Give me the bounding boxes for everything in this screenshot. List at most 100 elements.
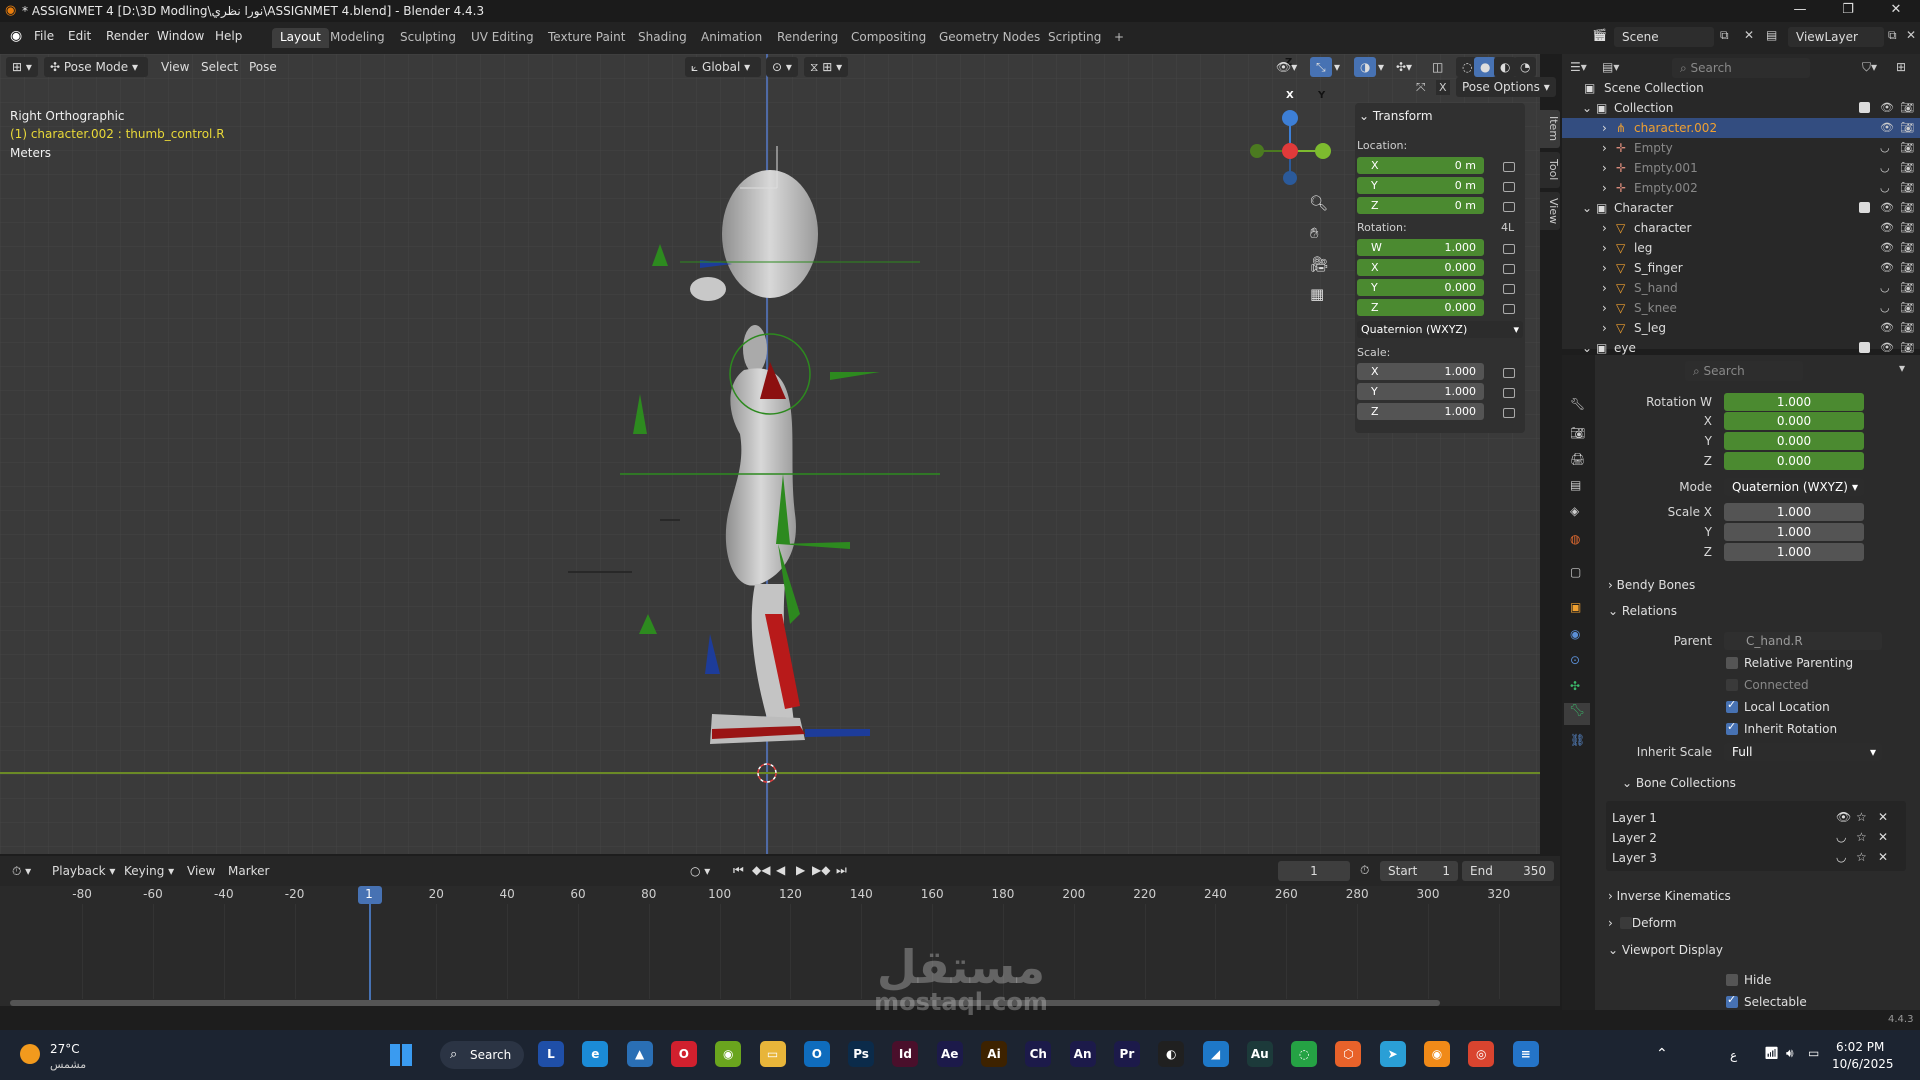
- lock-icon[interactable]: [1503, 162, 1515, 172]
- render-camera-icon[interactable]: 📷︎: [1900, 261, 1914, 274]
- collapse-arrow-icon[interactable]: ›: [1602, 121, 1607, 135]
- render-camera-icon[interactable]: 📷︎: [1900, 221, 1914, 234]
- exclude-checkbox[interactable]: [1859, 202, 1870, 213]
- clock-time[interactable]: 6:02 PM: [1836, 1040, 1884, 1054]
- character-animator-icon[interactable]: Ch: [1025, 1041, 1052, 1067]
- app-l-icon[interactable]: L: [538, 1041, 564, 1067]
- eye-icon[interactable]: 👁︎: [1880, 201, 1894, 214]
- menu-window[interactable]: Window: [157, 29, 204, 43]
- lock-icon[interactable]: [1503, 182, 1515, 192]
- file-explorer-icon[interactable]: ▭: [759, 1041, 786, 1067]
- play-reverse-icon[interactable]: ◀: [776, 863, 785, 877]
- tab-modeling[interactable]: Modeling: [322, 28, 393, 48]
- outliner-row[interactable]: › ▽ leg 👁︎ 📷︎: [1562, 238, 1920, 258]
- expand-arrow-icon[interactable]: ⌄: [1582, 201, 1592, 215]
- jump-end-icon[interactable]: ⏭: [836, 863, 847, 878]
- render-camera-icon[interactable]: 📷︎: [1900, 201, 1914, 214]
- overlay-toggle[interactable]: ◑: [1354, 57, 1377, 77]
- exclude-checkbox[interactable]: [1859, 342, 1870, 353]
- scene-selector[interactable]: Scene: [1614, 27, 1714, 47]
- shading-rendered[interactable]: ◔: [1514, 57, 1537, 77]
- remove-icon[interactable]: ✕: [1878, 810, 1888, 824]
- eye-closed-icon[interactable]: ◡: [1880, 181, 1890, 194]
- transform-header[interactable]: ⌄ Transform: [1359, 109, 1433, 123]
- outliner-row[interactable]: › ▽ S_knee ◡ 📷︎: [1562, 298, 1920, 318]
- menu-file[interactable]: File: [34, 29, 54, 43]
- layer-3-item[interactable]: Layer 3: [1612, 851, 1657, 865]
- tab-layout[interactable]: Layout: [272, 28, 329, 48]
- close-button[interactable]: ✕: [1876, 2, 1916, 20]
- collapse-arrow-icon[interactable]: ›: [1602, 321, 1607, 335]
- lock-icon[interactable]: [1503, 408, 1515, 418]
- lock-icon[interactable]: [1503, 388, 1515, 398]
- collapse-arrow-icon[interactable]: ›: [1602, 221, 1607, 235]
- notepad-icon[interactable]: ≡: [1512, 1041, 1539, 1067]
- github-icon[interactable]: ◐: [1158, 1041, 1185, 1067]
- outliner-row[interactable]: › ✛ Empty.001 ◡ 📷︎: [1562, 158, 1920, 178]
- menu-select[interactable]: Select: [201, 60, 238, 74]
- gizmo-dropdown[interactable]: ▾: [1334, 60, 1340, 74]
- eye-closed-icon[interactable]: ◡: [1880, 281, 1890, 294]
- expand-arrow-icon[interactable]: ⌄: [1582, 341, 1592, 355]
- new-viewlayer-icon[interactable]: ⧉: [1888, 28, 1897, 43]
- eye-icon[interactable]: 👁︎: [1836, 810, 1851, 824]
- outliner-row[interactable]: › ▽ character 👁︎ 📷︎: [1562, 218, 1920, 238]
- menu-keying[interactable]: Keying ▾: [124, 864, 174, 878]
- weather-sun-icon[interactable]: [20, 1044, 40, 1064]
- menu-marker[interactable]: Marker: [228, 864, 269, 878]
- inverse-kinematics-panel[interactable]: › Inverse Kinematics: [1608, 889, 1731, 903]
- lock-icon[interactable]: [1503, 202, 1515, 212]
- relations-panel[interactable]: ⌄ Relations: [1608, 604, 1677, 618]
- bone-constraint-tab-icon[interactable]: ⛓︎: [1570, 733, 1585, 747]
- rotation-4l-toggle[interactable]: 4L: [1501, 221, 1514, 234]
- overlay-dropdown[interactable]: ▾: [1378, 60, 1384, 74]
- rotation-mode-dropdown[interactable]: Quaternion (WXYZ) ▾: [1724, 478, 1864, 496]
- battery-icon[interactable]: ▭: [1808, 1046, 1819, 1060]
- bone-collections-panel[interactable]: ⌄ Bone Collections: [1622, 776, 1736, 790]
- bone-tab-icon[interactable]: 🦴︎: [1564, 703, 1590, 725]
- eye-closed-icon[interactable]: ◡: [1880, 161, 1890, 174]
- scale-y-field[interactable]: Y 1.000: [1357, 383, 1484, 400]
- tab-geometry-nodes[interactable]: Geometry Nodes: [931, 28, 1048, 48]
- jump-start-icon[interactable]: ⏮: [733, 863, 744, 878]
- star-icon[interactable]: ☆: [1856, 850, 1867, 864]
- properties-options-icon[interactable]: ▾: [1899, 361, 1905, 375]
- lock-icon[interactable]: [1503, 284, 1515, 294]
- layer-1-item[interactable]: Layer 1: [1612, 811, 1657, 825]
- pan-hand-icon[interactable]: ✋︎: [1310, 224, 1319, 242]
- maximize-button[interactable]: ❐: [1828, 2, 1868, 20]
- prop-rotation-w-field[interactable]: 1.000: [1724, 393, 1864, 411]
- blender-menu-icon[interactable]: ◉: [10, 28, 22, 44]
- hide-checkbox[interactable]: [1726, 974, 1738, 986]
- jump-keyframe-back-icon[interactable]: ◆◀: [752, 863, 770, 877]
- constraint-tab-icon[interactable]: ⊙: [1570, 653, 1580, 667]
- eye-icon[interactable]: 👁︎: [1880, 261, 1894, 274]
- menu-pose[interactable]: Pose: [249, 60, 277, 74]
- animate-icon[interactable]: An: [1069, 1041, 1096, 1067]
- star-icon[interactable]: ☆: [1856, 810, 1867, 824]
- render-camera-icon[interactable]: 📷︎: [1900, 301, 1914, 314]
- tab-sculpting[interactable]: Sculpting: [392, 28, 464, 48]
- outliner-row[interactable]: ⌄ ▣ Collection 👁︎ 📷︎: [1562, 98, 1920, 118]
- lock-icon[interactable]: [1503, 244, 1515, 254]
- tab-compositing[interactable]: Compositing: [843, 28, 934, 48]
- collapse-arrow-icon[interactable]: ›: [1602, 301, 1607, 315]
- photoshop-icon[interactable]: Ps: [848, 1041, 875, 1067]
- outliner-row[interactable]: › ▽ S_hand ◡ 📷︎: [1562, 278, 1920, 298]
- render-camera-icon[interactable]: 📷︎: [1900, 281, 1914, 294]
- pivot-selector[interactable]: ⊙ ▾: [766, 57, 798, 77]
- render-camera-icon[interactable]: 📷︎: [1900, 241, 1914, 254]
- tray-chevron-icon[interactable]: ⌃: [1656, 1046, 1668, 1062]
- expand-arrow-icon[interactable]: ⌄: [1582, 101, 1592, 115]
- menu-playback[interactable]: Playback ▾: [52, 864, 115, 878]
- armature-data-tab-icon[interactable]: ✣: [1570, 679, 1580, 693]
- delete-scene-icon[interactable]: ✕: [1744, 28, 1754, 42]
- tab-item[interactable]: Item: [1540, 110, 1560, 148]
- delete-viewlayer-icon[interactable]: ✕: [1906, 28, 1916, 42]
- deform-panel[interactable]: › Deform: [1608, 916, 1676, 930]
- eye-closed-icon[interactable]: ◡: [1880, 301, 1890, 314]
- object-tab-icon[interactable]: ▣: [1570, 600, 1581, 614]
- edge-browser-icon[interactable]: e: [582, 1041, 609, 1067]
- rotation-z-field[interactable]: Z 0.000: [1357, 299, 1484, 316]
- end-frame-field[interactable]: End 350: [1462, 861, 1554, 881]
